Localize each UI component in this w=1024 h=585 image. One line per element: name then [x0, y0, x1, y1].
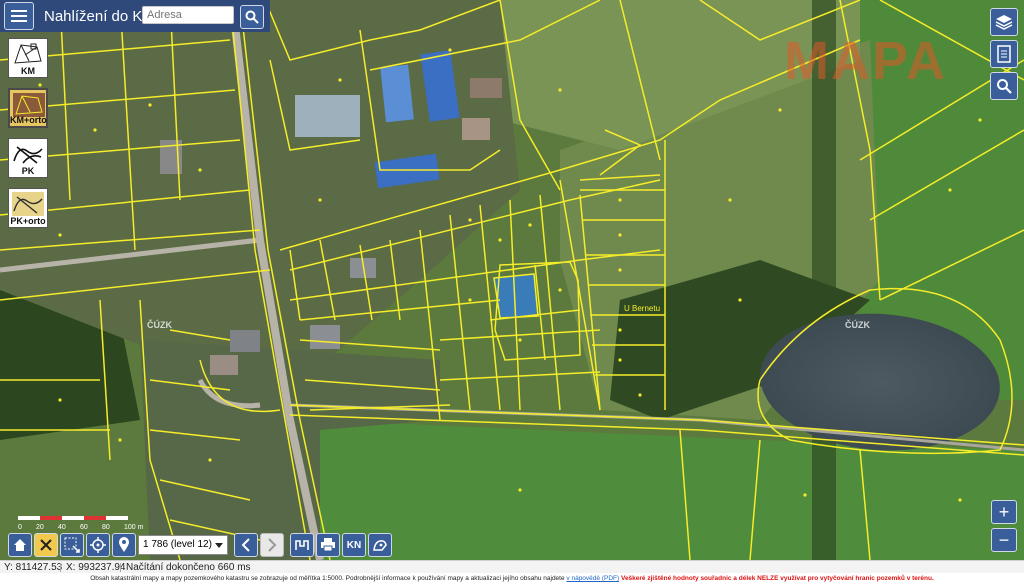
building	[230, 330, 260, 352]
zoom-to-area-button[interactable]	[60, 533, 84, 557]
chevron-down-icon	[215, 543, 223, 548]
cadastral-map-icon	[14, 43, 42, 64]
print-icon	[321, 538, 335, 552]
footer-text: Obsah katastrální mapy a mapy pozemkovéh…	[90, 575, 565, 582]
chevron-right-icon	[268, 538, 277, 552]
building	[295, 95, 360, 137]
place-marker-button[interactable]	[112, 533, 136, 557]
building-blue	[380, 64, 414, 123]
status-bar: Y: 811427.53 X: 993237.94 Načítání dokon…	[0, 560, 1024, 574]
building	[210, 355, 238, 375]
cuzk-label: ČÚZK	[147, 320, 172, 330]
zoom-out-button[interactable]: −	[991, 528, 1017, 552]
chevron-left-icon	[241, 538, 250, 552]
draw-button[interactable]	[368, 533, 392, 557]
print-button[interactable]	[316, 533, 340, 557]
plus-icon: +	[998, 502, 1010, 522]
layers-button[interactable]	[990, 8, 1018, 36]
hamburger-icon-line	[11, 15, 27, 17]
home-icon	[14, 539, 26, 551]
clear-button[interactable]	[34, 533, 58, 557]
layer-km-button[interactable]: KM	[8, 38, 48, 78]
layer-label: PK	[21, 166, 35, 176]
address-search-input[interactable]	[142, 6, 234, 24]
help-pdf-link[interactable]: v nápovědě (PDF)	[566, 575, 619, 582]
map-pin-icon	[119, 537, 129, 552]
scale-tick: 80	[102, 524, 110, 531]
scale-tick: 100 m	[124, 524, 144, 531]
footer-notice: Obsah katastrální mapy a mapy pozemkovéh…	[0, 573, 1024, 585]
divider	[120, 563, 121, 572]
layer-label: KM	[21, 66, 35, 76]
layer-label: KM+orto	[10, 115, 47, 125]
zoom-in-button[interactable]: +	[991, 500, 1017, 524]
search-button[interactable]	[240, 5, 264, 29]
building	[470, 78, 502, 98]
search-icon	[997, 79, 1012, 94]
app-title: Nahlížení do KN	[44, 7, 154, 25]
footer-warning: Veškeré zjištěné hodnoty souřadnic a dél…	[620, 575, 934, 582]
map-watermark: MAPA	[784, 31, 947, 91]
kn-label: KN	[346, 539, 362, 551]
layer-label: PK+orto	[10, 216, 46, 226]
kn-button[interactable]: KN	[342, 533, 366, 557]
street-label: U Bernetu	[624, 304, 661, 313]
previous-extent-button[interactable]	[234, 533, 258, 557]
next-extent-button[interactable]	[260, 533, 284, 557]
scale-tick: 0	[18, 524, 22, 531]
minus-icon: −	[998, 530, 1010, 550]
land-registry-orthophoto-icon	[12, 192, 44, 216]
hamburger-icon-line	[11, 20, 27, 22]
menu-button[interactable]	[4, 2, 34, 30]
hamburger-icon	[11, 10, 27, 12]
zoom-area-icon	[64, 537, 80, 553]
locate-button[interactable]	[86, 533, 110, 557]
home-button[interactable]	[8, 533, 32, 557]
measure-button[interactable]	[290, 533, 314, 557]
cuzk-label: ČÚZK	[845, 320, 870, 330]
scale-select[interactable]: 1 786 (level 12)	[138, 535, 228, 555]
scale-tick: 60	[80, 524, 88, 531]
layer-pk-orto-button[interactable]: PK+orto	[8, 188, 48, 228]
layer-pk-button[interactable]: PK	[8, 138, 48, 178]
scale-select-value: 1 786 (level 12)	[143, 539, 212, 550]
close-icon	[40, 539, 52, 551]
legend-button[interactable]	[990, 40, 1018, 68]
divider	[60, 563, 61, 572]
scale-bar: 0 20 40 60 80 100 m	[18, 516, 144, 531]
bottom-toolbar: 1 786 (level 12) KN	[0, 532, 400, 560]
search-icon	[245, 10, 259, 24]
layer-km-orto-button[interactable]: KM+orto	[8, 88, 48, 128]
land-registry-map-icon	[13, 146, 43, 164]
scale-tick: 40	[58, 524, 66, 531]
document-list-icon	[997, 45, 1011, 63]
pen-icon	[373, 540, 387, 551]
crosshair-icon	[90, 537, 106, 553]
building	[462, 118, 490, 140]
scale-tick: 20	[36, 524, 44, 531]
ruler-icon	[295, 540, 309, 550]
building	[310, 325, 340, 349]
layers-icon	[995, 15, 1013, 30]
map-search-button[interactable]	[990, 72, 1018, 100]
